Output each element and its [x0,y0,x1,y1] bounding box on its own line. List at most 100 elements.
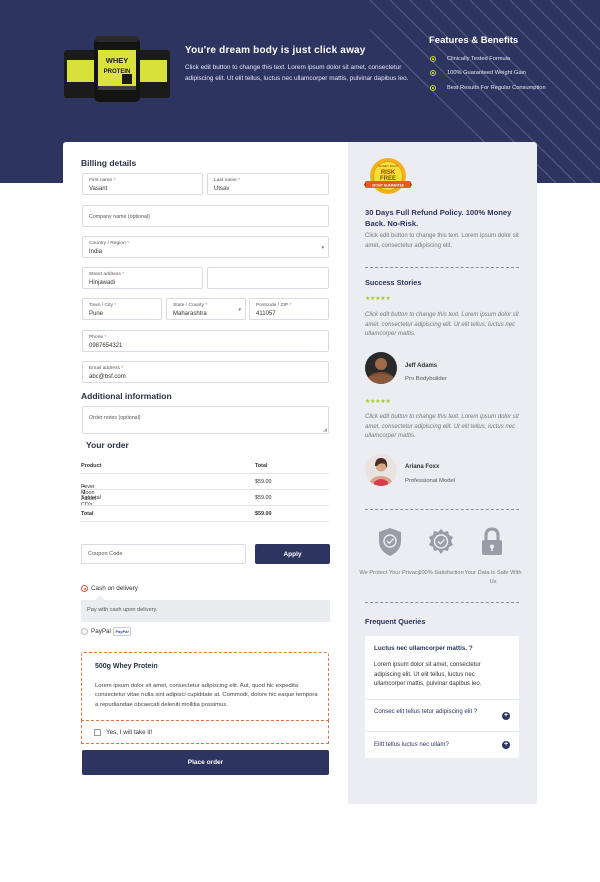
cod-description: Pay with cash upon delivery. [87,607,158,613]
order-item: Fever Moon Album CD's × 1 [81,479,96,508]
city-value: Pune [89,311,104,317]
paypal-label[interactable]: PayPal [91,628,111,635]
order-table-header: Product Total [81,458,329,474]
required-mark: * [238,178,241,183]
success-stories-heading: Success Stories [365,278,422,287]
state-select[interactable]: State / County * Maharashtra ▾ [166,298,246,320]
order-bump-checkbox-row[interactable]: Yes, I will take it! [81,720,329,744]
state-value: Maharashtra [173,311,207,317]
divider [365,509,519,510]
phone-value: 0987654321 [89,343,123,349]
testimonial-role: Professional Model [405,478,456,484]
postcode-label: Postcode / ZIP [256,303,288,308]
jeff-avatar-image [365,352,397,384]
last-name-value: Utsav [214,186,230,192]
order-bump-title: 500g Whey Protein [95,663,158,670]
order-bump-text: Lorem ipsum dolor sit amet, consectetur … [95,683,318,708]
phone-field[interactable]: Phone * 0987654321 [82,330,329,352]
plus-icon[interactable]: + [502,741,510,749]
feature-item: Best Results For Regular Consumption [430,85,565,92]
resize-handle-icon[interactable]: ◢ [323,427,327,433]
testimonial-role: Pro Bodybuilder [405,376,447,382]
testimonial-name: Jeff Adams [405,363,438,369]
divider [365,602,519,603]
field-label: Phone * [89,335,106,340]
testimonial-text: Click edit button to change this text. L… [365,312,519,337]
street-value: Hinjawadi [89,280,116,286]
total-label: Total [81,511,94,517]
field-label: State / County * [173,303,207,308]
field-label: Postcode / ZIP * [256,303,291,308]
required-mark: * [127,241,129,246]
lock-icon [482,527,502,555]
street-label: Street address [89,272,121,277]
postcode-field[interactable]: Postcode / ZIP * 411057 [249,298,329,320]
billing-heading: Billing details [81,158,137,168]
field-label: Last name * [214,178,240,183]
country-value: India [89,249,103,255]
subtotal-value: $59.00 [255,495,272,501]
coupon-input[interactable]: Coupon Code [81,544,246,564]
place-order-button[interactable]: Place order [82,750,329,775]
faq-question[interactable]: Elitt tellus luctus nec ullam? [374,741,492,749]
additional-info-heading: Additional information [81,391,172,401]
table-row: Fever Moon Album CD's × 1 $59.00 [81,474,329,508]
company-field[interactable]: Company name (optional) [82,205,329,227]
required-mark: * [289,303,292,308]
ariana-avatar-image [365,454,397,486]
faq-question[interactable]: Consec elit tellus tetur adipiscing elit… [374,708,492,716]
bullet-icon [430,70,436,76]
faq-question-open[interactable]: Luctus nec ullamcorper mattis. ? [374,645,473,652]
order-bump-checkbox[interactable] [94,728,101,736]
postcode-value: 411057 [256,311,276,317]
product-label-whey: WHEY [106,56,129,65]
cod-radio[interactable] [81,585,88,592]
shield-check-icon [379,528,401,556]
street-address-2-field[interactable] [207,267,329,289]
city-field[interactable]: Town / City * Pune [82,298,162,320]
badge-top-text: MONEY BACK [378,164,398,168]
field-label: Town / City * [89,303,116,308]
faq-item[interactable]: Elitt tellus luctus nec ullam? + [365,731,519,758]
street-address-field[interactable]: Street address * Hinjawadi [82,267,203,289]
paypal-radio[interactable] [81,628,88,635]
feature-item: Clinically Tested Formula [430,56,565,63]
faq-answer: Lorem ipsum dolor sit amet, consectetur … [374,662,482,687]
item-total: $59.00 [255,479,272,485]
features-title: Features & Benefits [429,35,519,46]
order-bump-checkbox-label[interactable]: Yes, I will take it! [106,729,152,736]
last-name-label: Last name [214,178,237,183]
field-label: Street address * [89,272,124,277]
trust-label-data-safe: Your Data is Safe With Us [464,570,522,585]
apply-coupon-button[interactable]: Apply [255,544,330,564]
faq-item[interactable]: Consec elit tellus tetur adipiscing elit… [365,699,519,731]
order-notes-placeholder: Order notes (optional) [89,415,141,421]
whey-protein-product-image: WHEY PROTEIN [64,36,170,102]
plus-icon[interactable]: + [502,712,510,720]
bullet-icon [430,56,436,62]
feature-label: 100% Guaranteed Weight Gain [447,70,526,76]
first-name-field[interactable]: First name * Vasant [82,173,203,195]
cod-label[interactable]: Cash on delivery [91,585,138,592]
order-notes-textarea[interactable]: Order notes (optional) ◢ [82,406,329,434]
chevron-down-icon: ▾ [321,245,324,251]
first-name-label: First name [89,178,113,183]
country-label: Country / Region [89,241,126,246]
table-row: Total $59.00 [81,506,329,522]
feature-label: Best Results For Regular Consumption [447,85,546,91]
last-name-field[interactable]: Last name * Utsav [207,173,329,195]
feature-item: 100% Guaranteed Weight Gain [430,70,565,77]
testimonial-name: Ariana Foxx [405,464,440,470]
required-mark: * [205,303,208,308]
paypal-logo-icon: PayPal [113,627,131,636]
total-value: $59.00 [255,511,272,517]
col-product: Product [81,463,102,469]
testimonial-text: Click edit button to change this text. L… [365,414,519,439]
faq-heading: Frequent Queries [365,617,426,626]
country-select[interactable]: Country / Region * India ▾ [82,236,329,258]
required-mark: * [113,178,116,183]
badge-check-icon [429,529,453,554]
avatar [365,454,397,486]
email-field[interactable]: Email address * abc@bsf.com [82,361,329,383]
company-placeholder: Company name (optional) [89,214,150,220]
